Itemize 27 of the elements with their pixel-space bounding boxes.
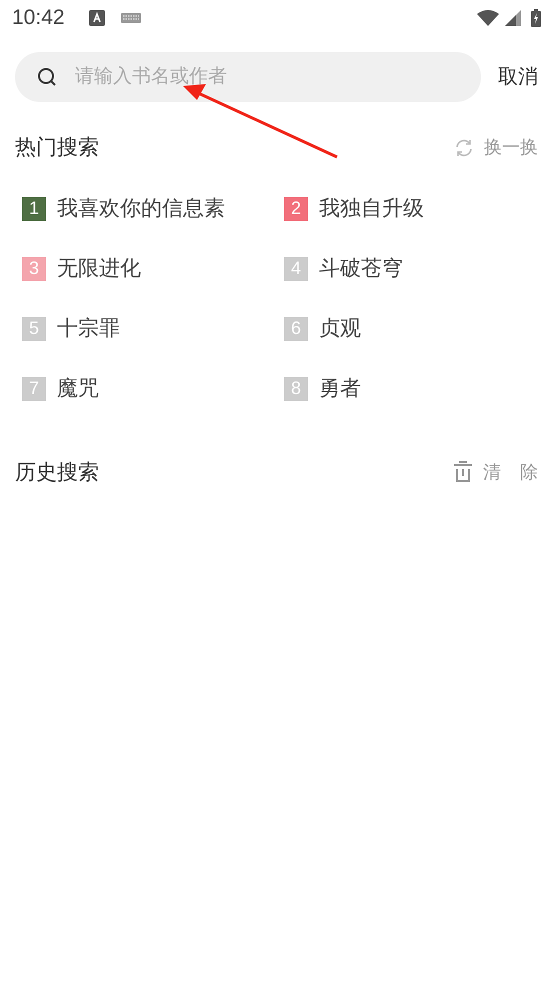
trash-icon [452,461,473,484]
book-title: 十宗罪 [57,316,120,342]
wifi-icon [477,10,499,26]
book-title: 贞观 [319,316,361,342]
search-field[interactable]: 请输入书名或作者 [15,52,481,102]
rank-badge: 3 [22,256,46,280]
battery-icon [531,9,541,27]
book-title: 斗破苍穹 [319,256,403,282]
refresh-icon [454,138,474,158]
keyboard-icon [120,12,141,24]
book-title: 魔咒 [57,376,99,402]
hot-search-item[interactable]: 3 无限进化 [22,256,284,280]
rank-badge: 2 [284,196,308,220]
section-title: 热门搜索 [15,135,99,161]
book-title: 我喜欢你的信息素 [57,196,225,222]
signal-icon [505,10,521,26]
book-title: 无限进化 [57,256,141,282]
book-title: 我独自升级 [319,196,424,222]
section-title: 历史搜索 [15,460,99,486]
rank-badge: 1 [22,196,46,220]
hot-search-item[interactable]: 1 我喜欢你的信息素 [22,196,284,220]
status-time: 10:42 [12,5,65,32]
search-icon [37,67,57,87]
hot-search-item[interactable]: 2 我独自升级 [284,196,553,220]
book-title: 勇者 [319,376,361,402]
cancel-button[interactable]: 取消 [498,62,538,92]
text-input-icon [88,10,105,26]
